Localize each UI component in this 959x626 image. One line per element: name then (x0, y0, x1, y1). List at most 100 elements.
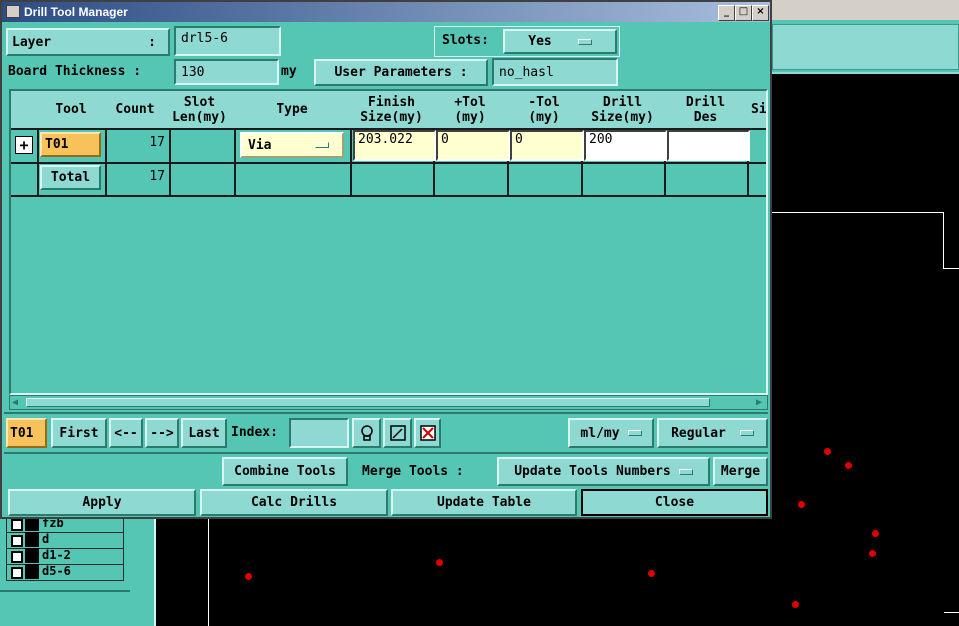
total-empty-cell (507, 162, 583, 197)
drill-hit (824, 448, 831, 455)
board-thickness-field[interactable]: 130 (174, 59, 279, 85)
close-button[interactable]: Close (581, 489, 768, 516)
background-toolbar-field (772, 24, 959, 70)
finish-size-cell: 203.022 (350, 128, 436, 164)
board-thickness-value: 130 (181, 64, 205, 80)
drill-size-input[interactable]: 200 (584, 130, 667, 161)
column-header-size-truncated[interactable]: Si (747, 91, 766, 130)
total-empty-cell (350, 162, 435, 197)
column-header-finish-size[interactable]: Finish Size(my) (350, 91, 435, 130)
units-dropdown[interactable]: ml/my (568, 418, 654, 448)
tool-table: Tool Count Slot Len(my) Type Finish Size… (9, 89, 768, 395)
mode-dropdown[interactable]: Regular (657, 418, 768, 448)
dropdown-indicator-icon (739, 430, 754, 436)
column-header-slot-len[interactable]: Slot Len(my) (165, 91, 236, 130)
layer-field[interactable]: drl5-6 (174, 26, 281, 56)
minus-tol-input[interactable]: 0 (510, 130, 584, 161)
merge-option-value: Update Tools Numbers (514, 464, 671, 479)
drill-des-input[interactable] (667, 130, 750, 161)
column-header-drill-des[interactable]: Drill Des (664, 91, 749, 130)
find-button[interactable] (352, 418, 381, 448)
merge-tools-label: Merge Tools : (362, 464, 464, 479)
minimize-icon[interactable]: _ (718, 5, 735, 21)
layer-checkbox[interactable] (11, 551, 23, 563)
drill-hit (869, 550, 876, 557)
total-empty-cell (165, 162, 236, 197)
dropdown-indicator-icon (678, 468, 693, 475)
drill-tool-manager-window: Drill Tool Manager _ □ × Layer : drl5-6 … (0, 0, 772, 519)
expand-row-button[interactable]: + (15, 136, 33, 154)
board-thickness-label: Board Thickness : (8, 64, 142, 79)
column-header-count[interactable]: Count (105, 91, 167, 130)
index-field[interactable] (289, 418, 349, 448)
scroll-right-icon[interactable]: ▶ (756, 397, 762, 408)
layer-row[interactable]: d5-6 (7, 564, 123, 580)
window-menu-icon[interactable] (6, 5, 20, 18)
layer-row[interactable]: d1-2 (7, 548, 123, 565)
next-button[interactable]: --> (145, 418, 179, 448)
layer-name: d1-2 (42, 548, 71, 562)
maximize-icon[interactable]: □ (735, 5, 752, 21)
tool-button[interactable]: T01 (40, 132, 101, 157)
slot-len-cell (165, 128, 236, 164)
user-parameters-button[interactable]: User Parameters : (314, 59, 488, 86)
finish-size-input[interactable]: 203.022 (353, 130, 436, 161)
layer-label: Layer (12, 34, 52, 50)
minus-tol-cell: 0 (507, 128, 584, 164)
table-horizontal-scrollbar[interactable]: ◀ ▶ (9, 395, 768, 410)
total-empty-cell (747, 162, 766, 197)
user-parameters-value: no_hasl (499, 64, 554, 80)
layer-color-swatch (25, 532, 39, 547)
plus-tol-cell: 0 (433, 128, 510, 164)
total-button[interactable]: Total (40, 165, 101, 190)
background-menubar (770, 0, 959, 20)
layer-selector-button[interactable]: Layer : (6, 28, 170, 56)
layer-checkbox[interactable] (11, 519, 23, 531)
first-button[interactable]: First (51, 418, 107, 448)
layer-row[interactable]: d (7, 532, 123, 549)
column-header-expand (11, 91, 39, 130)
edit-button[interactable] (383, 418, 412, 448)
separator (4, 452, 768, 454)
scroll-left-icon[interactable]: ◀ (12, 397, 18, 408)
prev-button[interactable]: <-- (109, 418, 143, 448)
layer-value: drl5-6 (181, 31, 228, 46)
total-cell: Total (37, 162, 107, 197)
merge-option-dropdown[interactable]: Update Tools Numbers (497, 457, 710, 486)
layer-name: d5-6 (42, 564, 71, 578)
column-header-type[interactable]: Type (234, 91, 352, 130)
drill-hit (845, 462, 852, 469)
column-header-plus-tol[interactable]: +Tol (my) (433, 91, 509, 130)
layer-checkbox[interactable] (11, 535, 23, 547)
layer-list: fzb d d1-2 d5-6 (6, 515, 124, 581)
merge-button[interactable]: Merge (713, 457, 768, 486)
title-bar[interactable]: Drill Tool Manager _ □ × (2, 2, 770, 22)
column-header-minus-tol[interactable]: -Tol (my) (507, 91, 583, 130)
layer-panel-divider (0, 590, 130, 592)
type-dropdown[interactable]: Via (240, 132, 344, 158)
slots-value: Yes (528, 34, 552, 49)
plus-tol-input[interactable]: 0 (436, 130, 510, 161)
update-table-button[interactable]: Update Table (391, 489, 577, 516)
drill-hit (798, 501, 805, 508)
calc-drills-button[interactable]: Calc Drills (200, 489, 388, 516)
dropdown-indicator-icon (627, 430, 642, 436)
user-parameters-field[interactable]: no_hasl (492, 58, 618, 86)
separator (4, 412, 768, 414)
delete-button[interactable] (414, 418, 441, 448)
apply-button[interactable]: Apply (8, 489, 196, 516)
scrollbar-thumb[interactable] (26, 398, 710, 407)
board-outline-right (943, 212, 944, 269)
slots-dropdown[interactable]: Yes (503, 29, 617, 54)
delete-icon (419, 425, 436, 441)
combine-tools-button[interactable]: Combine Tools (222, 457, 348, 486)
total-expand-cell (11, 162, 39, 197)
layer-checkbox[interactable] (11, 567, 23, 579)
close-icon[interactable]: × (752, 5, 769, 21)
column-header-drill-size[interactable]: Drill Size(my) (581, 91, 666, 130)
board-outline-bottom (944, 612, 959, 613)
column-header-tool[interactable]: Tool (37, 91, 107, 130)
units-value: ml/my (580, 425, 620, 441)
board-outline-left (208, 518, 209, 626)
last-button[interactable]: Last (181, 418, 227, 448)
